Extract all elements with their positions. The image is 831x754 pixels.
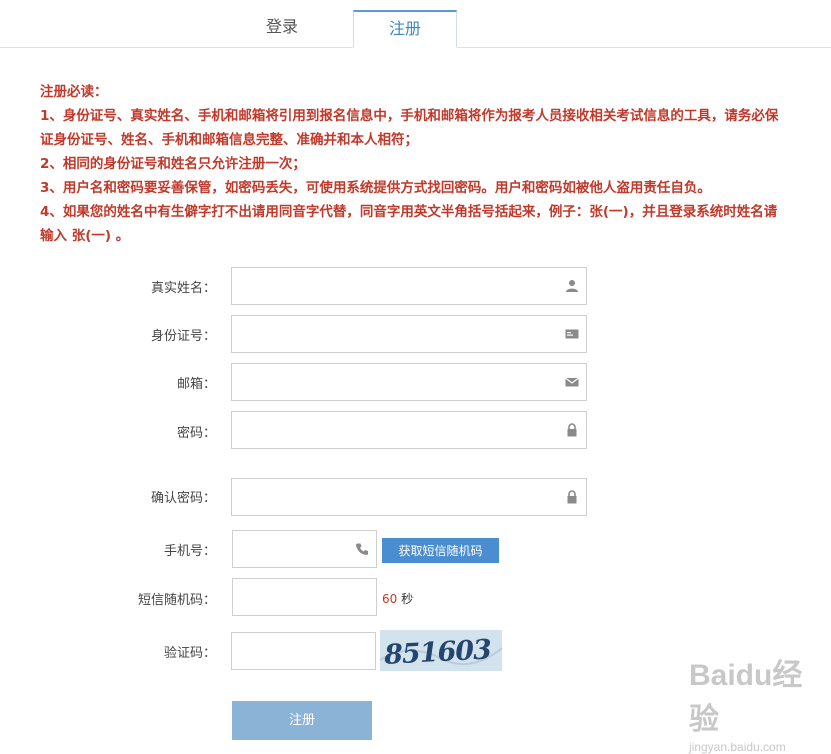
lock-icon bbox=[567, 490, 577, 504]
captcha-field bbox=[231, 632, 376, 670]
password-field bbox=[231, 411, 587, 449]
notice-item: 3、用户名和密码要妥善保管，如密码丢失，可使用系统提供方式找回密码。用户和密码如… bbox=[40, 180, 711, 196]
sms-code-field bbox=[232, 578, 377, 616]
notice-item: 4、如果您的姓名中有生僻字打不出请用同音字代替，同音字用英文半角括号括起来，例子… bbox=[40, 204, 778, 244]
tab-login[interactable]: 登录 bbox=[230, 10, 334, 47]
watermark-logo: Baidu经验 bbox=[689, 659, 803, 736]
user-icon bbox=[566, 280, 578, 292]
countdown-unit: 秒 bbox=[401, 592, 414, 606]
baidu-watermark: Baidu经验 jingyan.baidu.com bbox=[689, 650, 809, 754]
real-name-input[interactable] bbox=[232, 268, 586, 304]
get-sms-code-button[interactable]: 获取短信随机码 bbox=[382, 538, 499, 563]
password-input[interactable] bbox=[232, 412, 586, 448]
real-name-field bbox=[231, 267, 587, 305]
phone-field bbox=[232, 530, 377, 568]
phone-label: 手机号： bbox=[163, 544, 216, 559]
notice-title: 注册必读： bbox=[40, 84, 108, 100]
countdown-value: 60 bbox=[382, 592, 398, 606]
captcha-input[interactable] bbox=[232, 633, 375, 669]
confirm-password-field bbox=[231, 478, 587, 516]
captcha-image[interactable]: 851603 bbox=[380, 630, 502, 671]
captcha-label: 验证码： bbox=[163, 646, 216, 661]
phone-icon bbox=[356, 543, 368, 555]
id-card-icon bbox=[565, 329, 579, 339]
registration-notice: 注册必读： 1、身份证号、真实姓名、手机和邮箱将引用到报名信息中，手机和邮箱将作… bbox=[40, 80, 790, 248]
tab-register[interactable]: 注册 bbox=[353, 10, 457, 48]
notice-item: 1、身份证号、真实姓名、手机和邮箱将引用到报名信息中，手机和邮箱将作为报考人员接… bbox=[40, 108, 779, 148]
email-field bbox=[231, 363, 587, 401]
captcha-text: 851603 bbox=[382, 634, 491, 671]
id-number-input[interactable] bbox=[232, 316, 586, 352]
email-label: 邮箱： bbox=[176, 377, 216, 392]
confirm-password-input[interactable] bbox=[232, 479, 586, 515]
tab-bar: 登录 注册 bbox=[0, 0, 831, 48]
envelope-icon bbox=[565, 377, 579, 387]
lock-icon bbox=[567, 423, 577, 437]
register-submit-button[interactable]: 注册 bbox=[232, 701, 372, 740]
sms-code-input[interactable] bbox=[233, 579, 376, 615]
confirm-password-label: 确认密码： bbox=[150, 491, 216, 506]
id-number-label: 身份证号： bbox=[150, 329, 216, 344]
id-number-field bbox=[231, 315, 587, 353]
sms-code-label: 短信随机码： bbox=[137, 593, 216, 608]
password-label: 密码： bbox=[176, 426, 216, 441]
email-input[interactable] bbox=[232, 364, 586, 400]
watermark-url: jingyan.baidu.com bbox=[689, 740, 786, 754]
sms-countdown: 60 秒 bbox=[382, 590, 413, 607]
captcha-graphic: 851603 bbox=[380, 630, 502, 671]
real-name-label: 真实姓名： bbox=[150, 281, 216, 296]
notice-item: 2、相同的身份证号和姓名只允许注册一次； bbox=[40, 156, 306, 172]
